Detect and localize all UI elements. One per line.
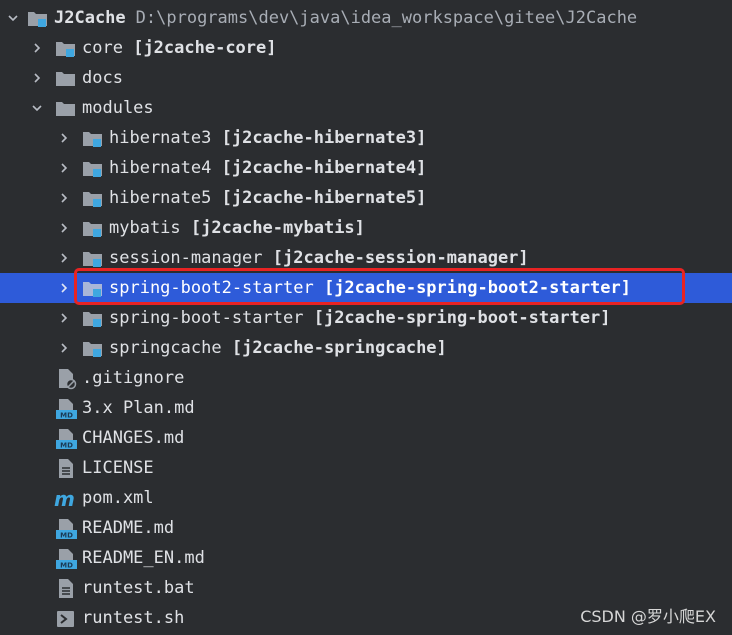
chevron-right-icon[interactable] bbox=[54, 183, 74, 213]
chevron-right-icon[interactable] bbox=[54, 123, 74, 153]
module-folder-icon bbox=[82, 153, 104, 183]
chevron-right-icon[interactable] bbox=[54, 273, 74, 303]
tree-item-name: hibernate5 bbox=[109, 188, 212, 208]
highlight-annotation-box bbox=[74, 268, 685, 305]
markdown-file-icon: MD bbox=[56, 543, 78, 573]
chevron-right-icon[interactable] bbox=[54, 153, 74, 183]
tree-item-module: [j2cache-hibernate3] bbox=[221, 128, 427, 148]
module-folder-icon bbox=[82, 213, 104, 243]
tree-item-name: hibernate4 bbox=[109, 158, 212, 178]
tree-item-module: [j2cache-session-manager] bbox=[272, 248, 529, 268]
tree-row-pom-xml[interactable]: m pom.xml bbox=[0, 483, 732, 513]
chevron-right-icon[interactable] bbox=[54, 213, 74, 243]
text-file-icon bbox=[56, 453, 78, 483]
tree-row-springcache[interactable]: springcache [j2cache-springcache] bbox=[0, 333, 732, 363]
gitignore-file-icon bbox=[56, 363, 78, 393]
tree-row-core[interactable]: core [j2cache-core] bbox=[0, 33, 732, 63]
tree-row-docs[interactable]: docs bbox=[0, 63, 732, 93]
watermark: CSDN @罗小爬EX bbox=[580, 607, 716, 626]
tree-item-name: spring-boot-starter bbox=[109, 308, 304, 328]
tree-row-readme-en-md[interactable]: MD README_EN.md bbox=[0, 543, 732, 573]
script-file-icon bbox=[56, 603, 78, 633]
tree-item-name: README.md bbox=[82, 518, 175, 538]
markdown-file-icon: MD bbox=[56, 393, 78, 423]
root-project-path: D:\programs\dev\java\idea_workspace\gite… bbox=[135, 8, 638, 28]
tree-item-name: 3.x Plan.md bbox=[82, 398, 195, 418]
tree-row-hibernate5[interactable]: hibernate5 [j2cache-hibernate5] bbox=[0, 183, 732, 213]
tree-item-name: runtest.sh bbox=[82, 608, 185, 628]
tree-item-module: [j2cache-core] bbox=[133, 38, 277, 58]
tree-row-runtest-bat[interactable]: runtest.bat bbox=[0, 573, 732, 603]
tree-item-module: [j2cache-springcache] bbox=[231, 338, 447, 358]
tree-item-name: CHANGES.md bbox=[82, 428, 185, 448]
chevron-right-icon[interactable] bbox=[54, 303, 74, 333]
module-folder-icon bbox=[82, 303, 104, 333]
svg-text:MD: MD bbox=[60, 562, 73, 570]
tree-item-name: modules bbox=[82, 98, 154, 118]
tree-item-name: LICENSE bbox=[82, 458, 154, 478]
tree-row-changes-md[interactable]: MD CHANGES.md bbox=[0, 423, 732, 453]
module-folder-icon bbox=[82, 183, 104, 213]
svg-text:MD: MD bbox=[60, 532, 73, 540]
module-folder-icon bbox=[55, 33, 77, 63]
svg-text:MD: MD bbox=[60, 412, 73, 420]
tree-row-spring-boot-starter[interactable]: spring-boot-starter [j2cache-spring-boot… bbox=[0, 303, 732, 333]
tree-row-root[interactable]: J2Cache D:\programs\dev\java\idea_workspa… bbox=[0, 3, 732, 33]
tree-item-name: README_EN.md bbox=[82, 548, 205, 568]
markdown-file-icon: MD bbox=[56, 423, 78, 453]
chevron-right-icon[interactable] bbox=[54, 333, 74, 363]
tree-row-license[interactable]: LICENSE bbox=[0, 453, 732, 483]
tree-row-mybatis[interactable]: mybatis [j2cache-mybatis] bbox=[0, 213, 732, 243]
tree-item-name: core bbox=[82, 38, 123, 58]
tree-item-module: [j2cache-spring-boot-starter] bbox=[313, 308, 611, 328]
tree-row-modules[interactable]: modules bbox=[0, 93, 732, 123]
tree-item-name: docs bbox=[82, 68, 123, 88]
svg-text:m: m bbox=[54, 488, 75, 510]
text-file-icon bbox=[56, 573, 78, 603]
svg-text:MD: MD bbox=[60, 442, 73, 450]
chevron-right-icon[interactable] bbox=[54, 243, 74, 273]
chevron-down-icon[interactable] bbox=[27, 93, 47, 123]
folder-icon bbox=[55, 63, 77, 93]
tree-item-module: [j2cache-hibernate4] bbox=[221, 158, 427, 178]
tree-row-gitignore[interactable]: .gitignore bbox=[0, 363, 732, 393]
tree-item-name: hibernate3 bbox=[109, 128, 212, 148]
root-project-name: J2Cache bbox=[54, 8, 126, 28]
module-folder-icon bbox=[82, 123, 104, 153]
tree-item-name: runtest.bat bbox=[82, 578, 195, 598]
tree-item-module: [j2cache-mybatis] bbox=[190, 218, 365, 238]
tree-item-name: springcache bbox=[109, 338, 222, 358]
chevron-down-icon[interactable] bbox=[3, 3, 23, 33]
folder-icon bbox=[55, 93, 77, 123]
tree-item-name: session-manager bbox=[109, 248, 263, 268]
tree-item-name: pom.xml bbox=[82, 488, 154, 508]
markdown-file-icon: MD bbox=[56, 513, 78, 543]
tree-row-plan-md[interactable]: MD 3.x Plan.md bbox=[0, 393, 732, 423]
module-folder-icon bbox=[82, 333, 104, 363]
tree-row-hibernate4[interactable]: hibernate4 [j2cache-hibernate4] bbox=[0, 153, 732, 183]
tree-row-readme-md[interactable]: MD README.md bbox=[0, 513, 732, 543]
tree-row-hibernate3[interactable]: hibernate3 [j2cache-hibernate3] bbox=[0, 123, 732, 153]
tree-item-name: .gitignore bbox=[82, 368, 185, 388]
chevron-right-icon[interactable] bbox=[27, 63, 47, 93]
maven-icon: m bbox=[54, 483, 76, 513]
chevron-right-icon[interactable] bbox=[27, 33, 47, 63]
tree-item-module: [j2cache-hibernate5] bbox=[221, 188, 427, 208]
tree-item-name: mybatis bbox=[109, 218, 181, 238]
module-folder-icon bbox=[27, 3, 49, 33]
